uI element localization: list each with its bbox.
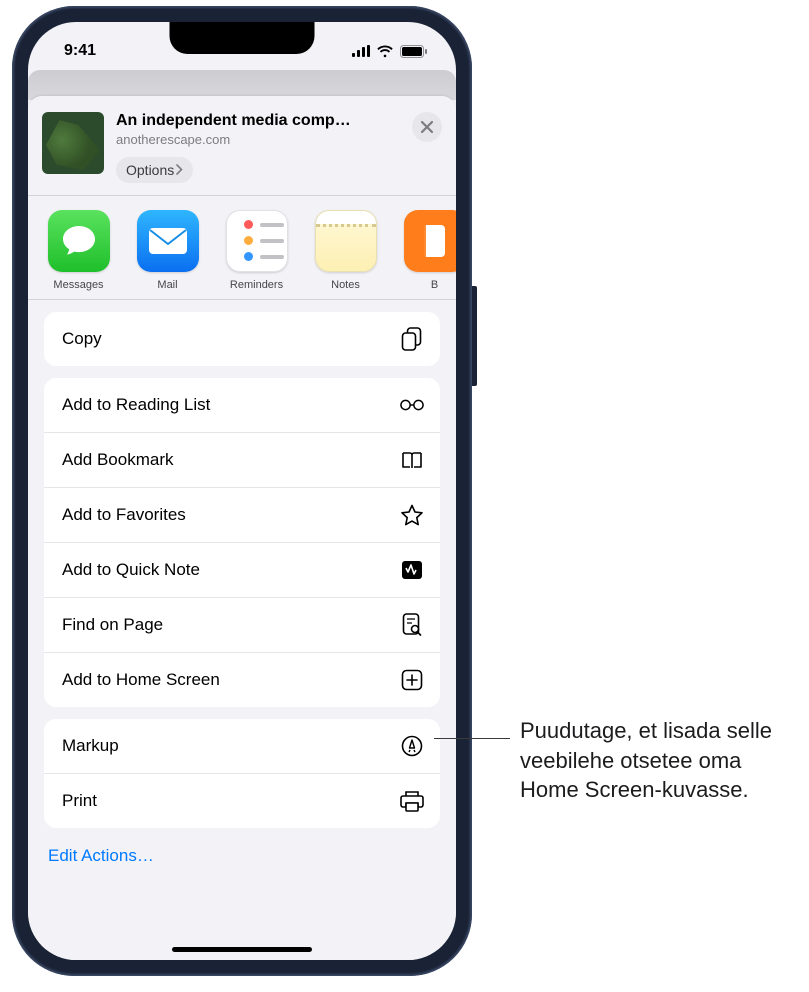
action-label: Print: [62, 791, 97, 811]
wifi-icon: [376, 45, 394, 58]
action-add-bookmark[interactable]: Add Bookmark: [44, 432, 440, 487]
quick-note-icon: [400, 558, 424, 582]
status-icons: [352, 45, 428, 58]
action-add-home-screen[interactable]: Add to Home Screen: [44, 652, 440, 707]
signal-icon: [352, 45, 370, 57]
action-label: Add to Quick Note: [62, 560, 200, 580]
close-icon: [421, 121, 433, 133]
action-label: Markup: [62, 736, 119, 756]
action-label: Add to Reading List: [62, 395, 210, 415]
notes-icon: [315, 210, 377, 272]
options-label: Options: [126, 162, 174, 178]
app-mail[interactable]: Mail: [135, 210, 200, 291]
app-reminders[interactable]: Reminders: [224, 210, 289, 291]
action-add-favorites[interactable]: Add to Favorites: [44, 487, 440, 542]
action-group-add: Add to Reading List Add Bookmark Add to …: [44, 378, 440, 707]
options-button[interactable]: Options: [116, 157, 193, 183]
phone-frame: 9:41 An independent media comp… anothere…: [12, 6, 472, 976]
close-button[interactable]: [412, 112, 442, 142]
action-label: Add to Home Screen: [62, 670, 220, 690]
books-icon: [404, 210, 457, 272]
home-indicator[interactable]: [172, 947, 312, 952]
page-title: An independent media comp…: [116, 112, 400, 130]
reading-list-icon: [400, 393, 424, 417]
print-icon: [400, 789, 424, 813]
action-label: Copy: [62, 329, 102, 349]
app-label: B: [431, 279, 438, 291]
actions-list[interactable]: Copy Add to Reading List Add Bo: [28, 300, 456, 960]
callout-text: Puudutage, et lisada selle veebilehe ots…: [520, 716, 790, 805]
callout-leader-line: [434, 738, 510, 739]
header-text: An independent media comp… anotherescape…: [116, 112, 400, 183]
action-print[interactable]: Print: [44, 773, 440, 828]
app-label: Mail: [157, 279, 177, 291]
action-reading-list[interactable]: Add to Reading List: [44, 378, 440, 432]
page-domain: anotherescape.com: [116, 132, 400, 147]
action-group-copy: Copy: [44, 312, 440, 366]
find-icon: [400, 613, 424, 637]
action-label: Add to Favorites: [62, 505, 186, 525]
share-apps-row[interactable]: Messages Mail Re: [28, 196, 456, 300]
side-button: [472, 286, 477, 386]
action-label: Find on Page: [62, 615, 163, 635]
reminders-icon: [226, 210, 288, 272]
sheet-header: An independent media comp… anotherescape…: [28, 96, 456, 196]
action-quick-note[interactable]: Add to Quick Note: [44, 542, 440, 597]
status-time: 9:41: [64, 42, 96, 60]
app-label: Notes: [331, 279, 360, 291]
screen: 9:41 An independent media comp… anothere…: [28, 22, 456, 960]
share-sheet: An independent media comp… anotherescape…: [28, 96, 456, 960]
chevron-right-icon: [176, 163, 183, 178]
bookmark-icon: [400, 448, 424, 472]
action-markup[interactable]: Markup: [44, 719, 440, 773]
messages-icon: [48, 210, 110, 272]
copy-icon: [400, 327, 424, 351]
action-label: Add Bookmark: [62, 450, 174, 470]
action-copy[interactable]: Copy: [44, 312, 440, 366]
battery-icon: [400, 45, 428, 58]
add-home-icon: [400, 668, 424, 692]
action-find-on-page[interactable]: Find on Page: [44, 597, 440, 652]
page-thumbnail: [42, 112, 104, 174]
app-label: Messages: [53, 279, 103, 291]
app-books-partial[interactable]: B: [402, 210, 456, 291]
app-messages[interactable]: Messages: [46, 210, 111, 291]
mail-icon: [137, 210, 199, 272]
app-notes[interactable]: Notes: [313, 210, 378, 291]
action-group-tools: Markup Print: [44, 719, 440, 828]
notch: [170, 22, 315, 54]
edit-actions-link[interactable]: Edit Actions…: [44, 840, 440, 878]
app-label: Reminders: [230, 279, 283, 291]
markup-icon: [400, 734, 424, 758]
star-icon: [400, 503, 424, 527]
